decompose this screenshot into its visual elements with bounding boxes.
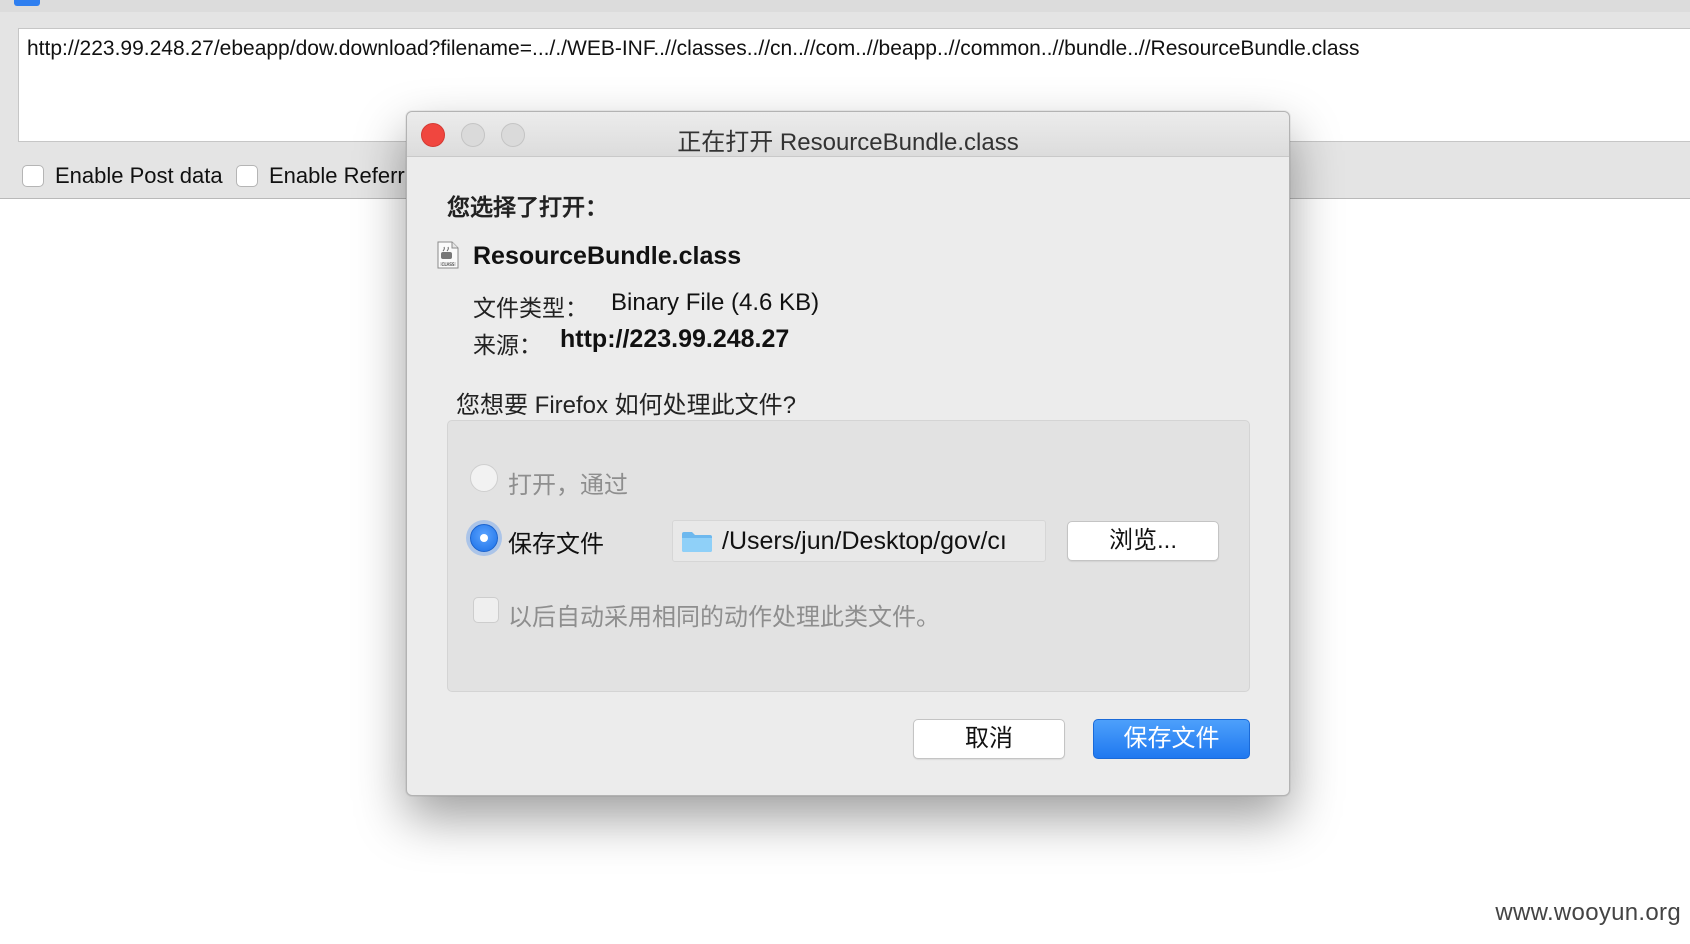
- dialog-titlebar: 正在打开 ResourceBundle.class: [407, 112, 1289, 157]
- cancel-button[interactable]: 取消: [913, 719, 1065, 759]
- enable-post-data-option[interactable]: Enable Post data: [22, 163, 223, 189]
- dialog-title: 正在打开 ResourceBundle.class: [677, 129, 1019, 156]
- auto-action-label: 以后自动采用相同的动作处理此类文件。: [508, 604, 940, 631]
- enable-referrer-option[interactable]: Enable Referr: [236, 163, 405, 189]
- enable-post-data-label: Enable Post data: [55, 163, 223, 188]
- save-path-text: /Users/jun/Desktop/gov/cı: [722, 527, 1007, 555]
- browse-button[interactable]: 浏览...: [1067, 521, 1219, 561]
- open-with-radio[interactable]: [470, 464, 498, 492]
- save-file-radio[interactable]: [470, 524, 498, 552]
- open-with-label: 打开，通过: [508, 472, 628, 499]
- file-name: ResourceBundle.class: [473, 242, 742, 270]
- auto-action-checkbox[interactable]: [473, 597, 499, 623]
- java-class-file-icon: CLASS: [437, 241, 459, 269]
- save-file-button[interactable]: 保存文件: [1093, 719, 1250, 759]
- source-value: http://223.99.248.27: [560, 325, 790, 353]
- file-type-value: Binary File (4.6 KB): [611, 289, 820, 316]
- enable-referrer-checkbox[interactable]: [236, 165, 258, 187]
- svg-text:CLASS: CLASS: [442, 262, 455, 267]
- source-label: 来源：: [473, 332, 542, 358]
- save-file-label: 保存文件: [508, 531, 604, 558]
- toolbar-strip: [0, 0, 1690, 12]
- handling-question: 您想要 Firefox 如何处理此文件?: [456, 392, 797, 419]
- enable-post-data-checkbox[interactable]: [22, 165, 44, 187]
- watermark: www.wooyun.org: [1495, 899, 1681, 926]
- folder-icon: [682, 532, 712, 552]
- enable-referrer-label: Enable Referr: [269, 163, 405, 188]
- save-path-field[interactable]: /Users/jun/Desktop/gov/cı: [672, 520, 1046, 562]
- file-type-label: 文件类型：: [473, 295, 588, 321]
- open-file-dialog: 正在打开 ResourceBundle.class 您选择了打开： CLASS …: [406, 111, 1290, 796]
- toolbar-checkbox[interactable]: [14, 0, 40, 6]
- chosen-to-open-label: 您选择了打开：: [447, 194, 608, 220]
